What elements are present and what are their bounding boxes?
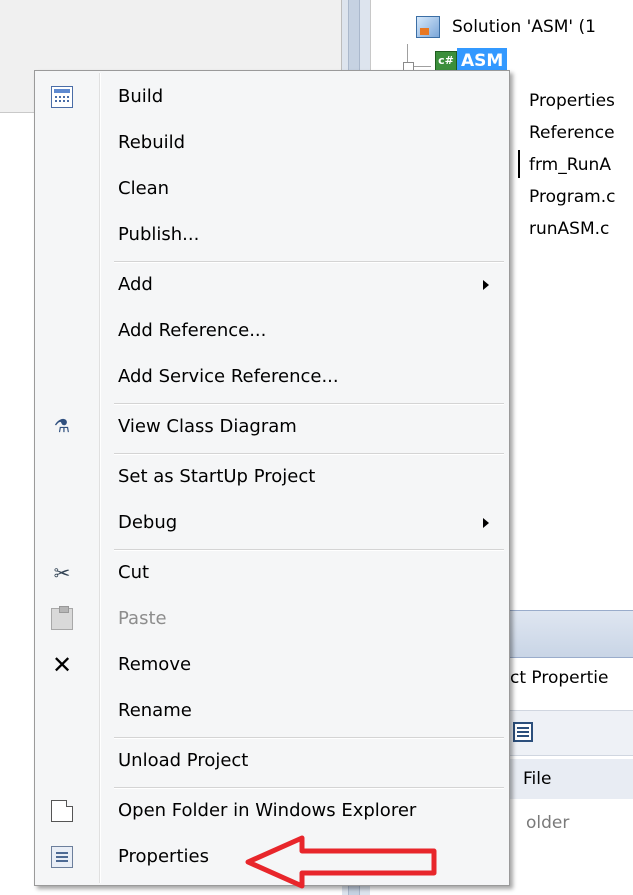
menu-separator xyxy=(114,403,504,404)
csharp-project-icon: c# xyxy=(435,51,457,71)
menu-item-add[interactable]: Add xyxy=(37,263,507,307)
tree-item-form[interactable]: frm_RunA xyxy=(529,150,611,180)
menu-item-rename[interactable]: Rename xyxy=(37,689,507,733)
menu-separator xyxy=(114,549,504,550)
tree-item-runasm[interactable]: runASM.c xyxy=(529,214,609,244)
menu-item-debug[interactable]: Debug xyxy=(37,501,507,545)
menu-item-add-reference[interactable]: Add Reference... xyxy=(37,309,507,353)
menu-item-label: Add Service Reference... xyxy=(118,366,339,387)
tree-item-properties[interactable]: Properties xyxy=(529,86,615,116)
menu-item-label: Debug xyxy=(118,512,178,533)
tree-item-program[interactable]: Program.c xyxy=(529,182,615,212)
red-arrow-annotation xyxy=(245,835,437,889)
menu-item-label: Unload Project xyxy=(118,750,249,771)
tree-item-references[interactable]: Reference xyxy=(529,118,615,148)
menu-item-label: Rebuild xyxy=(118,132,186,153)
build-icon xyxy=(51,86,73,108)
menu-item-label: Clean xyxy=(118,178,170,199)
menu-item-label: Add xyxy=(118,274,153,295)
properties-value: older xyxy=(526,813,570,833)
menu-item-publish[interactable]: Publish... xyxy=(37,213,507,257)
menu-item-clean[interactable]: Clean xyxy=(37,167,507,211)
properties-category-label: File xyxy=(523,769,552,789)
menu-separator xyxy=(114,261,504,262)
menu-item-label: Build xyxy=(118,86,164,107)
menu-item-label: Open Folder in Windows Explorer xyxy=(118,800,417,821)
paste-icon xyxy=(51,606,73,630)
menu-item-label: Paste xyxy=(118,608,167,629)
solution-icon xyxy=(416,16,440,38)
tree-item-solution[interactable]: Solution 'ASM' (1 xyxy=(452,12,596,42)
menu-item-build[interactable]: Build xyxy=(37,75,507,119)
context-menu: Build Rebuild Clean Publish... Add Add R… xyxy=(34,70,510,886)
menu-item-label: Publish... xyxy=(118,224,200,245)
scissors-icon: ✂ xyxy=(53,561,71,585)
property-pages-icon[interactable] xyxy=(513,722,533,742)
menu-separator xyxy=(114,787,504,788)
menu-item-open-folder[interactable]: Open Folder in Windows Explorer xyxy=(37,789,507,833)
text-cursor xyxy=(518,150,520,178)
menu-item-rebuild[interactable]: Rebuild xyxy=(37,121,507,165)
class-diagram-icon: ⚗ xyxy=(53,416,71,437)
menu-item-label: Set as StartUp Project xyxy=(118,466,316,487)
menu-separator xyxy=(114,453,504,454)
menu-item-paste[interactable]: Paste xyxy=(37,597,507,641)
menu-separator xyxy=(114,737,504,738)
properties-panel-title: ct Propertie xyxy=(510,668,609,688)
menu-item-label: Cut xyxy=(118,562,150,583)
menu-item-label: Properties xyxy=(118,846,209,867)
red-arrow-shape xyxy=(245,835,437,889)
menu-item-label: Remove xyxy=(118,654,192,675)
remove-icon: ✕ xyxy=(51,651,73,679)
submenu-arrow-icon xyxy=(483,280,489,290)
menu-item-label: View Class Diagram xyxy=(118,416,297,437)
menu-item-view-class-diagram[interactable]: ⚗ View Class Diagram xyxy=(37,405,507,449)
menu-item-label: Rename xyxy=(118,700,192,721)
properties-icon xyxy=(51,846,73,868)
menu-item-cut[interactable]: ✂ Cut xyxy=(37,551,507,595)
menu-item-label: Add Reference... xyxy=(118,320,267,341)
submenu-arrow-icon xyxy=(483,518,489,528)
open-folder-icon xyxy=(51,800,73,822)
menu-item-unload-project[interactable]: Unload Project xyxy=(37,739,507,783)
menu-item-set-startup[interactable]: Set as StartUp Project xyxy=(37,455,507,499)
menu-item-add-service-reference[interactable]: Add Service Reference... xyxy=(37,355,507,399)
menu-item-remove[interactable]: ✕ Remove xyxy=(37,643,507,687)
